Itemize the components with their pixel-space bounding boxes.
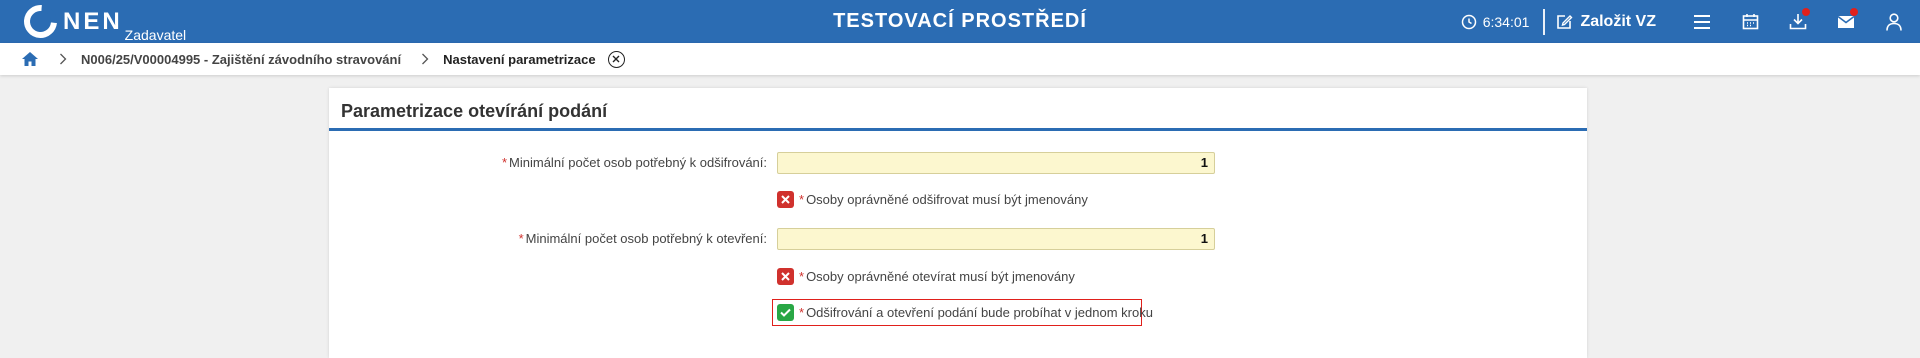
edit-icon (1557, 14, 1573, 29)
nen-logo[interactable]: NEN Zadavatel (17, 0, 187, 45)
panel-title: Parametrizace otevírání podání (329, 88, 1587, 131)
toolbar-divider (1543, 8, 1546, 35)
top-right-toolbar: 6:34:01 Založit VZ (1461, 0, 1920, 43)
min-persons-decrypt-input[interactable]: 1 (777, 152, 1215, 174)
mail-notification-dot (1850, 8, 1858, 16)
top-bar: NEN Zadavatel TESTOVACÍ PROSTŘEDÍ 6:34:0… (0, 0, 1920, 45)
decrypt-named-label: Osoby oprávněné odšifrovat musí být jmen… (806, 192, 1088, 207)
required-mark: * (518, 231, 524, 246)
create-vz-button[interactable]: Založit VZ (1555, 13, 1656, 31)
x-mark-icon (781, 272, 790, 281)
check-row-open-named: * Osoby oprávněné otevírat musí být jmen… (777, 268, 1075, 285)
logo-ring-icon (17, 0, 64, 45)
breadcrumb-item-current: Nastavení parametrizace (443, 51, 596, 67)
breadcrumb-item-tender[interactable]: N006/25/V00004995 - Zajištění závodního … (81, 52, 401, 67)
required-mark: * (501, 155, 508, 170)
x-mark-icon (781, 195, 790, 204)
field-row-decrypt: * Minimální počet osob potřebný k odšifro… (329, 153, 767, 173)
user-button[interactable] (1870, 0, 1918, 43)
calendar-button[interactable] (1726, 0, 1774, 43)
close-tab-button[interactable] (607, 50, 625, 68)
check-row-decrypt-named: * Osoby oprávněné odšifrovat musí být jm… (777, 191, 1088, 208)
menu-button[interactable] (1678, 0, 1726, 43)
download-button[interactable] (1774, 0, 1822, 43)
logo-subtitle: Zadavatel (124, 27, 187, 43)
required-mark: * (799, 269, 805, 284)
menu-icon (1694, 14, 1710, 29)
create-vz-label: Založit VZ (1580, 12, 1656, 30)
user-icon (1886, 12, 1902, 31)
single-step-label: Odšifrování a otevření podání bude probí… (806, 305, 1153, 320)
clock-icon (1461, 14, 1476, 29)
field-label-open-text: Minimální počet osob potřebný k otevření… (525, 231, 767, 246)
logo-text: NEN (63, 8, 123, 35)
field-label-decrypt: * Minimální počet osob potřebný k odšifro… (502, 155, 767, 170)
clock-value: 6:34:01 (1482, 13, 1530, 30)
calendar-icon (1742, 14, 1758, 30)
open-named-label: Osoby oprávněné otevírat musí být jmenov… (806, 269, 1075, 284)
chevron-right-icon (421, 53, 429, 65)
check-row-single-step: * Odšifrování a otevření podání bude pro… (777, 304, 1153, 321)
close-icon (612, 55, 620, 63)
session-clock: 6:34:01 (1461, 13, 1530, 30)
single-step-checkbox[interactable] (777, 304, 794, 321)
home-icon (22, 52, 38, 66)
decrypt-named-checkbox[interactable] (777, 191, 794, 208)
open-named-checkbox[interactable] (777, 268, 794, 285)
field-label-decrypt-text: Minimální počet osob potřebný k odšifrov… (509, 155, 767, 170)
download-notification-dot (1802, 8, 1810, 16)
parametrization-panel: Parametrizace otevírání podání * Minimáln… (329, 88, 1587, 358)
chevron-right-icon (59, 53, 67, 65)
mail-button[interactable] (1822, 0, 1870, 43)
mail-icon (1837, 15, 1855, 28)
required-mark: * (799, 305, 805, 320)
home-button[interactable] (21, 51, 39, 67)
field-row-open: * Minimální počet osob potřebný k otevřen… (329, 229, 767, 249)
required-mark: * (799, 192, 805, 207)
check-mark-icon (780, 308, 791, 317)
breadcrumb: N006/25/V00004995 - Zajištění závodního … (0, 43, 1920, 75)
min-persons-open-input[interactable]: 1 (777, 228, 1215, 250)
field-label-open: * Minimální počet osob potřebný k otevřen… (519, 231, 767, 246)
